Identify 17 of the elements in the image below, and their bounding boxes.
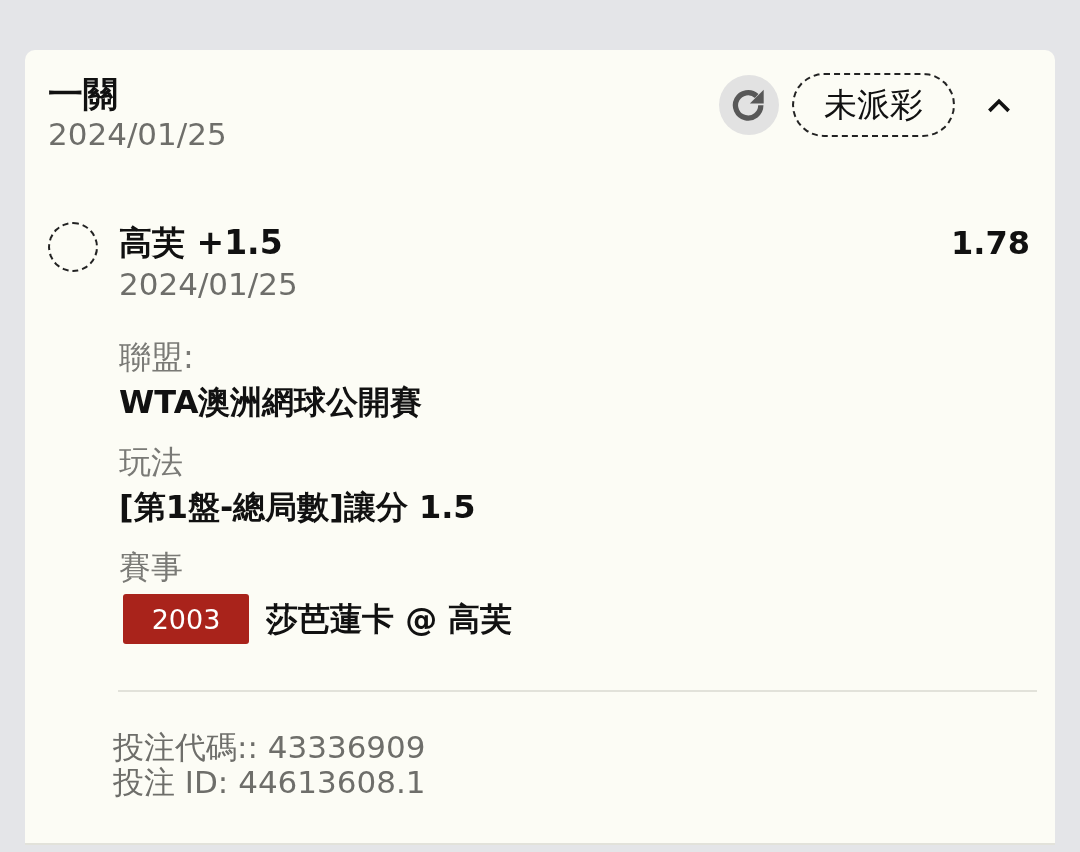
detail-value: WTA澳洲網球公開賽 bbox=[119, 382, 424, 423]
event-code-tag: 2003 bbox=[123, 594, 249, 644]
detail-label: 玩法 bbox=[119, 442, 184, 482]
detail-label: 聯盟: bbox=[119, 337, 195, 377]
bet-reference: 投注代碼:: 43336909 bbox=[113, 730, 427, 765]
odds-value: 1.78 bbox=[951, 223, 1030, 264]
selection-date: 2024/01/25 bbox=[119, 265, 299, 303]
status-badge: 未派彩 bbox=[792, 73, 955, 137]
selection-pick: 高芙 +1.5 bbox=[119, 222, 283, 264]
event-teams: 莎芭蓮卡 @ 高芙 bbox=[266, 599, 513, 640]
chevron-icon bbox=[987, 97, 1011, 113]
refresh-icon bbox=[732, 88, 766, 122]
detail-label: 賽事 bbox=[119, 547, 184, 587]
bet-reference: 投注 ID: 44613608.1 bbox=[113, 765, 427, 800]
bet-date: 2024/01/25 bbox=[48, 115, 227, 153]
bet-type-title: 一關 bbox=[48, 73, 119, 115]
detail-value: [第1盤-總局數]讓分 1.5 bbox=[119, 487, 477, 528]
